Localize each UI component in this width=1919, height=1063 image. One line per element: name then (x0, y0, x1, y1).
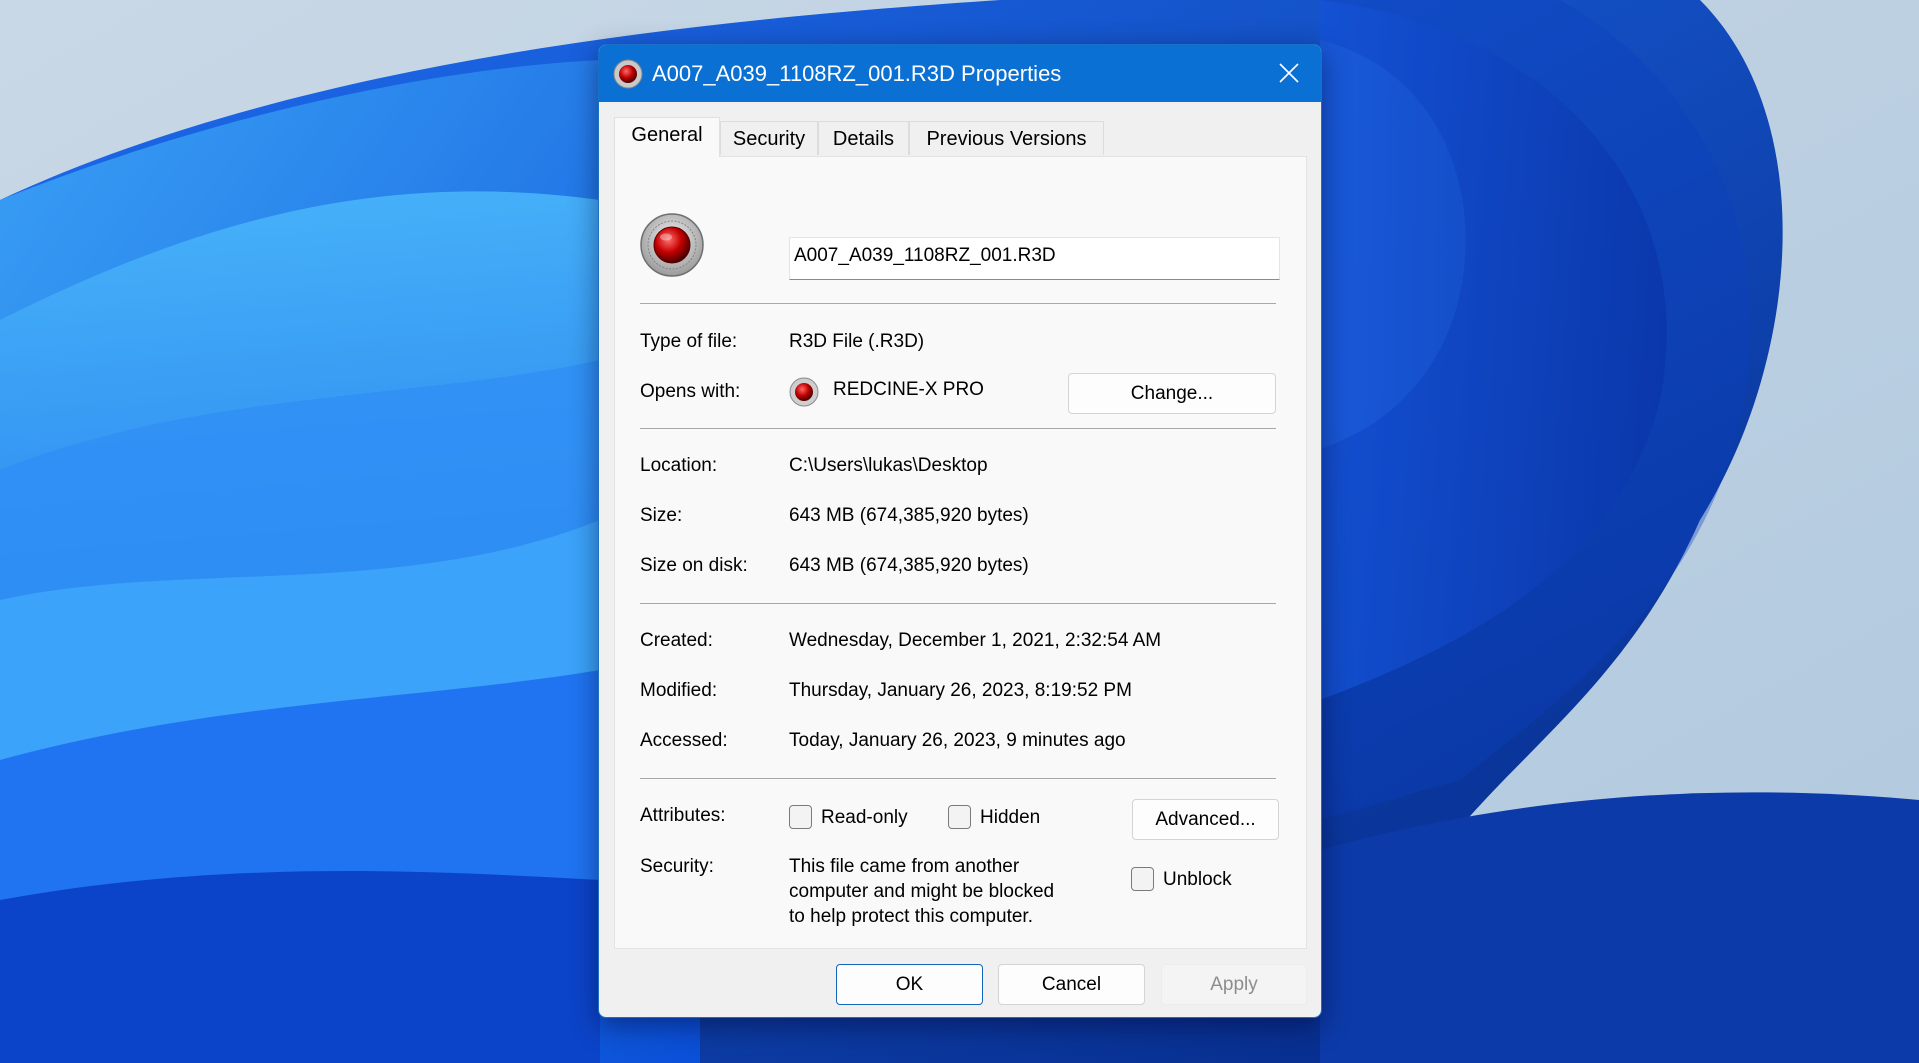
divider (640, 303, 1276, 304)
tab-label: Details (832, 128, 895, 150)
advanced-button[interactable]: Advanced... (1132, 799, 1279, 840)
accessed-label: Accessed: (640, 730, 728, 751)
divider (640, 428, 1276, 429)
redcine-file-icon (640, 213, 704, 277)
type-of-file-value: R3D File (.R3D) (789, 331, 925, 352)
unblock-label[interactable]: Unblock (1163, 868, 1232, 892)
tab-general[interactable]: General (614, 117, 720, 157)
size-on-disk-value: 643 MB (674,385,920 bytes) (789, 555, 1029, 576)
type-of-file-label: Type of file: (640, 331, 738, 352)
size-label: Size: (640, 505, 683, 526)
apply-button[interactable]: Apply (1161, 964, 1307, 1005)
tab-label: Previous Versions (926, 128, 1087, 150)
properties-dialog: A007_A039_1108RZ_001.R3D Properties Gene… (598, 44, 1322, 1018)
title-bar[interactable]: A007_A039_1108RZ_001.R3D Properties (599, 45, 1321, 102)
hidden-checkbox[interactable] (948, 805, 971, 829)
size-value: 643 MB (674,385,920 bytes) (789, 505, 1029, 526)
tab-previous-versions[interactable]: Previous Versions (909, 121, 1104, 155)
general-panel: Type of file: R3D File (.R3D) Opens with… (614, 156, 1307, 949)
unblock-checkbox[interactable] (1131, 867, 1154, 891)
location-label: Location: (640, 455, 718, 476)
read-only-checkbox[interactable] (789, 805, 812, 829)
security-message: This file came from another computer and… (789, 856, 1055, 927)
hidden-label[interactable]: Hidden (980, 806, 1040, 830)
divider (640, 603, 1276, 604)
opens-with-value: REDCINE-X PRO (833, 379, 984, 400)
attributes-label: Attributes: (640, 805, 726, 826)
file-name-input[interactable] (789, 237, 1280, 280)
modified-value: Thursday, January 26, 2023, 8:19:52 PM (789, 680, 1132, 701)
divider (640, 778, 1276, 779)
accessed-value: Today, January 26, 2023, 9 minutes ago (789, 730, 1126, 751)
close-button[interactable] (1257, 45, 1321, 102)
size-on-disk-label: Size on disk: (640, 555, 748, 576)
tab-label: Security (732, 128, 806, 150)
redcine-app-icon (789, 377, 819, 407)
created-label: Created: (640, 630, 713, 651)
security-label: Security: (640, 856, 714, 877)
ok-button[interactable]: OK (836, 964, 983, 1005)
tab-details[interactable]: Details (818, 121, 909, 155)
tab-security[interactable]: Security (720, 121, 818, 155)
cancel-button[interactable]: Cancel (998, 964, 1145, 1005)
opens-with-label: Opens with: (640, 381, 741, 402)
redcine-app-icon (613, 59, 643, 89)
location-value: C:\Users\lukas\Desktop (789, 455, 988, 476)
created-value: Wednesday, December 1, 2021, 2:32:54 AM (789, 630, 1162, 651)
read-only-label[interactable]: Read-only (821, 806, 908, 830)
window-title: A007_A039_1108RZ_001.R3D Properties (652, 61, 1062, 86)
close-icon (1279, 63, 1299, 83)
tab-label: General (631, 124, 703, 146)
modified-label: Modified: (640, 680, 718, 701)
change-button[interactable]: Change... (1068, 373, 1276, 414)
